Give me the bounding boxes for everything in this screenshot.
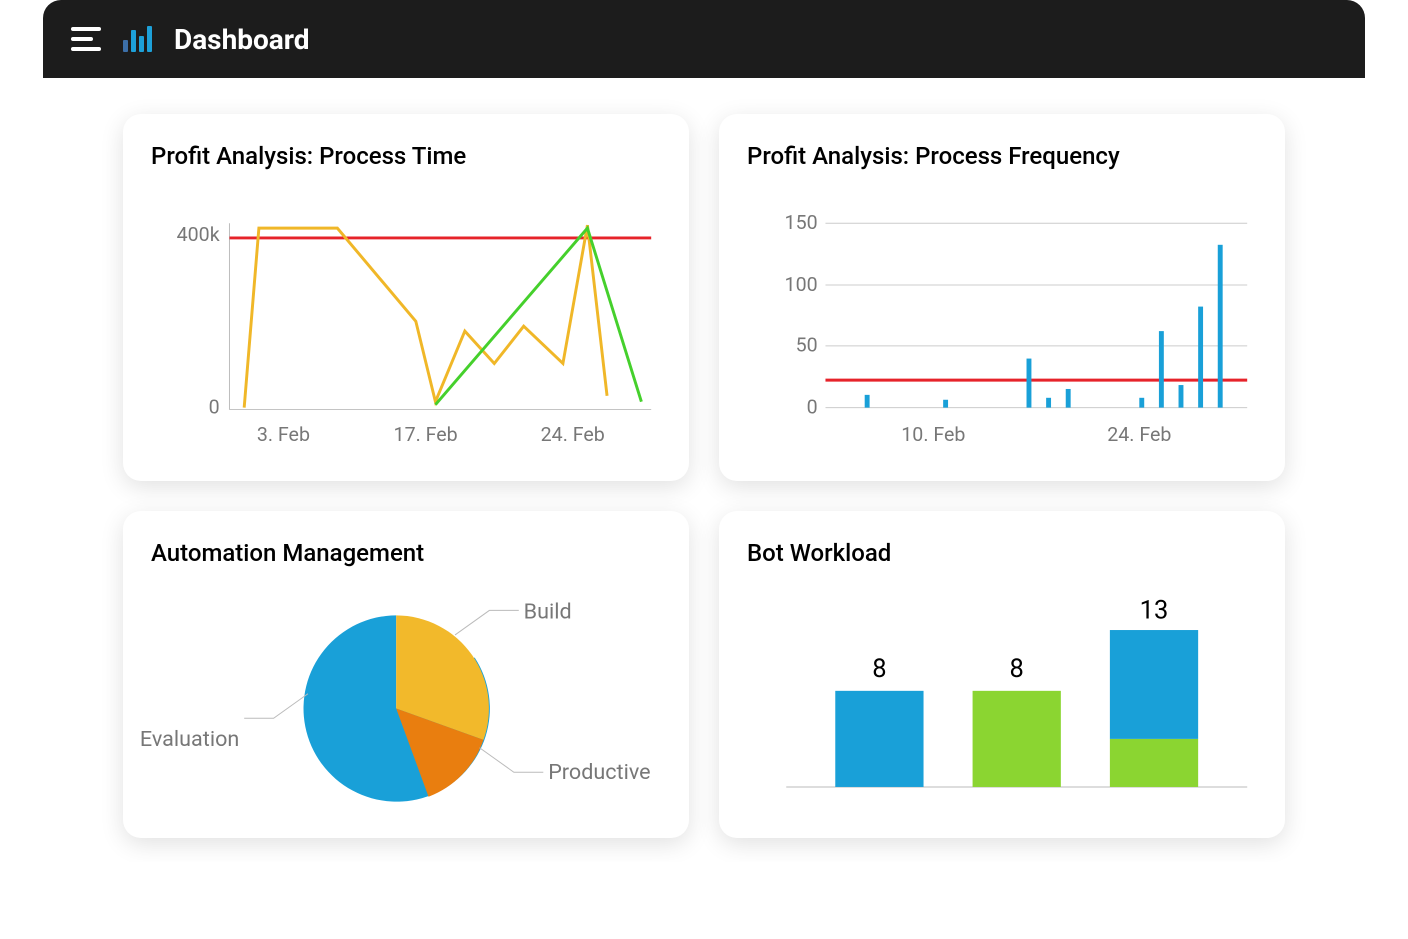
card-title-process-time: Profit Analysis: Process Time: [151, 142, 661, 170]
bw-bar3-top: [1110, 630, 1198, 739]
pie-label-build: Build: [524, 599, 572, 624]
pt-x3: 24. Feb: [541, 423, 605, 446]
pf-x1: 10. Feb: [901, 423, 965, 446]
bw-bar3-bottom: [1110, 739, 1198, 787]
bw-bar2: [973, 690, 1061, 786]
page-title: Dashboard: [174, 23, 310, 56]
pf-bars: [865, 245, 1223, 408]
pf-y-150: 150: [785, 211, 818, 234]
pt-y-top: 400k: [177, 223, 220, 246]
bw-label-3: 13: [1140, 595, 1169, 625]
chart-automation-pie: Build Productive Evaluation: [151, 581, 661, 816]
card-title-automation: Automation Management: [151, 539, 661, 567]
header-bar: Dashboard: [43, 0, 1365, 78]
cards-grid: Profit Analysis: Process Time 400k 0 3. …: [43, 78, 1365, 862]
pie-label-evaluation: Evaluation: [140, 726, 239, 751]
bw-label-1: 8: [872, 654, 886, 684]
pie-leader-evaluation: [244, 693, 308, 718]
pt-x2: 17. Feb: [394, 423, 458, 446]
app-frame: Dashboard Profit Analysis: Process Time …: [43, 0, 1365, 862]
bw-bar1: [835, 690, 923, 786]
pie-label-productive: Productive: [548, 760, 650, 785]
pf-y-0: 0: [807, 395, 818, 418]
chart-bot-workload: 8 8 13: [747, 581, 1257, 797]
card-title-bot-workload: Bot Workload: [747, 539, 1257, 567]
card-bot-workload: Bot Workload 8 8 13: [719, 511, 1285, 838]
chart-logo-icon: [123, 26, 152, 52]
pt-green-series: [435, 228, 641, 405]
card-process-frequency: Profit Analysis: Process Frequency 150 1…: [719, 114, 1285, 481]
pie-leader-productive: [480, 747, 544, 772]
card-process-time: Profit Analysis: Process Time 400k 0 3. …: [123, 114, 689, 481]
pt-y-bottom: 0: [209, 395, 220, 418]
bw-label-2: 8: [1010, 654, 1024, 684]
pf-y-100: 100: [785, 273, 818, 296]
chart-process-frequency: 150 100 50 0 10. Feb 24. Feb: [747, 184, 1257, 459]
pt-x1: 3. Feb: [257, 423, 310, 446]
pie-leader-build: [455, 610, 519, 635]
chart-process-time: 400k 0 3. Feb 17. Feb 24. Feb: [151, 184, 661, 459]
pt-orange-series: [244, 225, 607, 407]
menu-icon[interactable]: [71, 27, 101, 51]
card-automation: Automation Management Build Productive: [123, 511, 689, 838]
pf-x2: 24. Feb: [1107, 423, 1171, 446]
pie-slices: [304, 615, 490, 801]
pf-y-50: 50: [796, 334, 818, 357]
card-title-process-frequency: Profit Analysis: Process Frequency: [747, 142, 1257, 170]
